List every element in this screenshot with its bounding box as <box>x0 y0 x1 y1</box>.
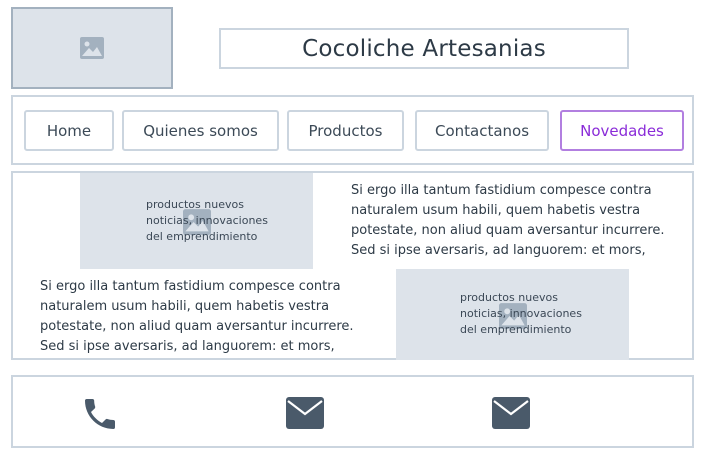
news-content: productos nuevos noticias, innovaciones … <box>11 171 694 360</box>
phone-icon[interactable] <box>79 394 121 434</box>
site-title: Cocoliche Artesanias <box>219 28 629 69</box>
news-image-caption-2: productos nuevos noticias, innovaciones … <box>460 291 582 336</box>
nav-quienes-somos-button[interactable]: Quienes somos <box>122 110 279 151</box>
nav-contactanos-button[interactable]: Contactanos <box>415 110 549 151</box>
news-paragraph-2: Si ergo illa tantum fastidium compesce c… <box>40 279 354 354</box>
nav-novedades-button[interactable]: Novedades <box>560 110 684 151</box>
news-image-caption-1: productos nuevos noticias, innovaciones … <box>146 198 268 243</box>
nav-home-button[interactable]: Home <box>24 110 114 151</box>
news-paragraph-1: Si ergo illa tantum fastidium compesce c… <box>351 183 665 258</box>
main-nav: Home Quienes somos Productos Contactanos… <box>11 95 694 165</box>
news-image-2: productos nuevos noticias, innovaciones … <box>396 269 629 360</box>
nav-productos-button[interactable]: Productos <box>287 110 404 151</box>
news-image-1: productos nuevos noticias, innovaciones … <box>80 173 313 269</box>
logo-image-placeholder <box>11 7 173 89</box>
image-placeholder-icon <box>80 37 104 59</box>
footer <box>11 375 694 448</box>
mail-icon[interactable] <box>492 397 530 429</box>
mail-icon[interactable] <box>286 397 324 429</box>
